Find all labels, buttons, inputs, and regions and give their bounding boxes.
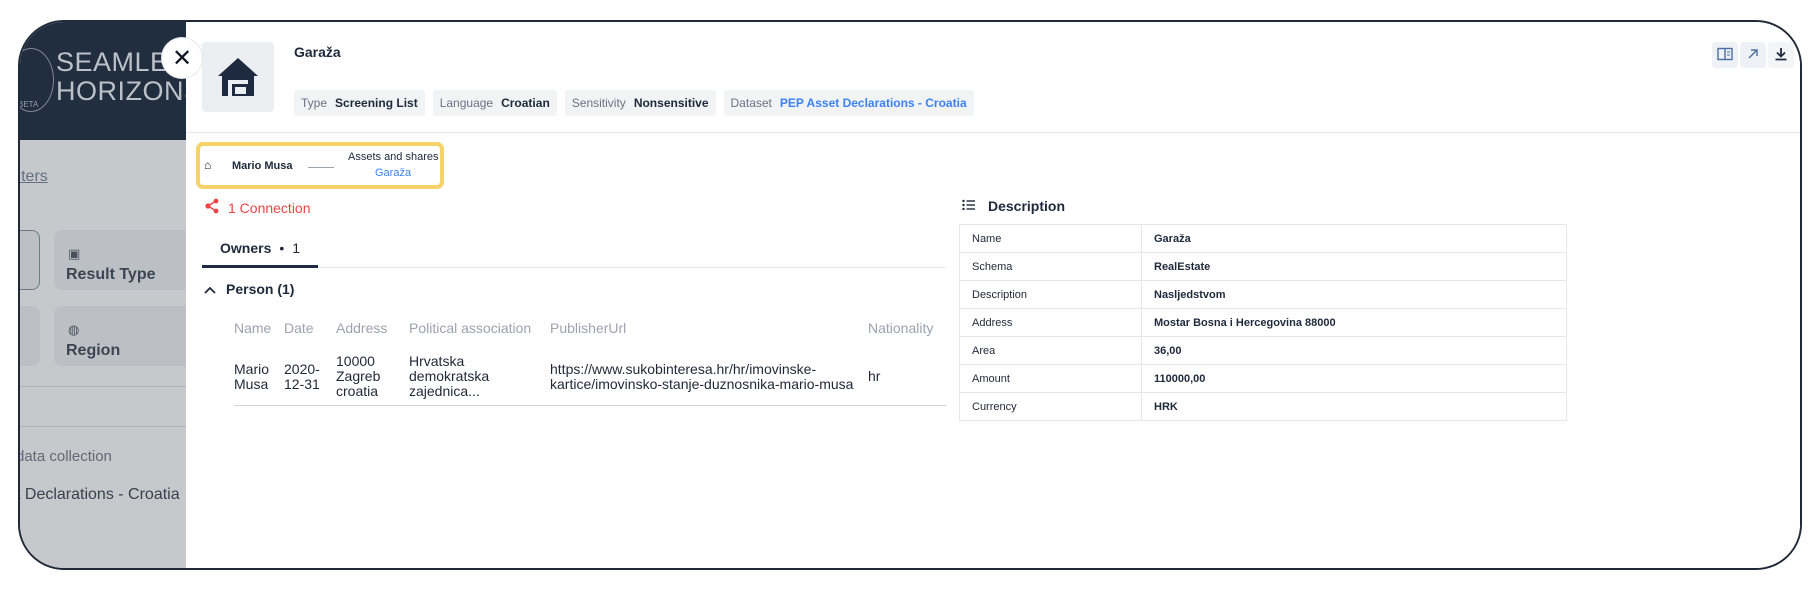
property-value: Garaža — [1141, 224, 1567, 253]
property-key: Amount — [959, 364, 1142, 393]
column-header: Political association — [409, 320, 532, 336]
compare-button[interactable] — [1712, 42, 1738, 68]
table-row: Schema RealEstate — [959, 252, 1567, 281]
breadcrumb: ⌂ Mario Musa Assets and shares Garaža — [196, 142, 444, 189]
property-value: HRK — [1141, 392, 1567, 421]
table-row: Currency HRK — [959, 392, 1567, 421]
dataset-link[interactable]: PEP Asset Declarations - Croatia — [780, 96, 967, 110]
owner-name: Mario Musa — [234, 342, 284, 406]
table-row: Amount 110000,00 — [959, 364, 1567, 393]
breadcrumb-person[interactable]: Mario Musa — [232, 160, 293, 172]
person-group-toggle[interactable]: Person (1) — [204, 281, 294, 297]
property-value: 36,00 — [1141, 336, 1567, 365]
breadcrumb-relation: Assets and shares — [348, 151, 439, 163]
tag-language: Language Croatian — [432, 90, 557, 116]
column-header: Address — [336, 320, 388, 336]
download-icon — [1774, 47, 1788, 64]
table-row: Description Nasljedstvom — [959, 280, 1567, 309]
list-icon — [962, 198, 976, 214]
connections-summary[interactable]: 1 Connection — [204, 198, 311, 217]
owner-publisher-url[interactable]: https://www.sukobinteresa.hr/hr/imovinsk… — [550, 342, 868, 406]
description-table: Name Garaža Schema RealEstate Description N… — [959, 224, 1567, 421]
description-title: Description — [988, 198, 1066, 214]
home-icon[interactable]: ⌂ — [204, 158, 211, 172]
download-button[interactable] — [1768, 42, 1794, 68]
breadcrumb-current[interactable]: Garaža — [375, 167, 411, 179]
property-value: RealEstate — [1141, 252, 1567, 281]
owner-date: 2020-12-31 — [284, 342, 336, 406]
real-estate-icon — [202, 42, 274, 112]
table-header-row: Name Date Address Political association … — [234, 314, 946, 342]
open-external-button[interactable] — [1740, 42, 1766, 68]
tag-type: Type Screening List — [294, 90, 425, 116]
tab-owners[interactable]: Owners • 1 — [202, 240, 319, 268]
entity-detail-panel: Garaža Type Screening List Language Croa… — [186, 22, 1800, 568]
share-nodes-icon — [204, 198, 220, 217]
connections-label: 1 Connection — [228, 199, 311, 216]
table-row: Address Mostar Bosna i Hercegovina 88000 — [959, 308, 1567, 337]
property-key: Description — [959, 280, 1142, 309]
modal-overlay[interactable] — [20, 22, 186, 568]
owner-political-association: Hrvatska demokratska zajednica... — [409, 342, 550, 406]
column-header: Name — [234, 320, 272, 336]
property-key: Area — [959, 336, 1142, 365]
owners-table: Name Date Address Political association … — [234, 314, 946, 406]
header-divider — [186, 132, 1800, 133]
entity-title: Garaža — [294, 44, 341, 60]
connection-tabs: Owners • 1 — [202, 240, 946, 268]
property-value: Mostar Bosna i Hercegovina 88000 — [1141, 308, 1567, 337]
app-window: SEAMLESS HORIZONS BETA ilters ▣ Result T… — [18, 20, 1802, 570]
property-key: Schema — [959, 252, 1142, 281]
column-header: Nationality — [868, 320, 934, 336]
column-header: Date — [284, 320, 314, 336]
table-row: Area 36,00 — [959, 336, 1567, 365]
chevron-up-icon — [204, 281, 216, 297]
property-value: Nasljedstvom — [1141, 280, 1567, 309]
owner-address: 10000 Zagreb croatia — [336, 342, 409, 406]
owners-count: 1 — [292, 240, 301, 256]
book-open-icon — [1717, 47, 1733, 64]
property-key: Address — [959, 308, 1142, 337]
person-group-label: Person (1) — [226, 281, 295, 297]
tag-sensitivity: Sensitivity Nonsensitive — [564, 90, 716, 116]
close-icon: ✕ — [171, 44, 193, 72]
entity-tags: Type Screening List Language Croatian Se… — [294, 90, 974, 116]
column-header: PublisherUrl — [550, 320, 627, 336]
property-value: 110000,00 — [1141, 364, 1567, 393]
description-header: Description — [962, 198, 1065, 214]
breadcrumb-connector — [308, 167, 334, 168]
arrow-up-right-icon — [1747, 48, 1759, 63]
table-row: Name Garaža — [959, 224, 1567, 253]
property-key: Currency — [959, 392, 1142, 421]
tag-dataset: Dataset PEP Asset Declarations - Croatia — [723, 90, 974, 116]
close-button[interactable]: ✕ — [162, 38, 202, 78]
table-row[interactable]: Mario Musa 2020-12-31 10000 Zagreb croat… — [234, 342, 946, 406]
property-key: Name — [959, 224, 1142, 253]
owner-nationality: hr — [868, 342, 946, 406]
